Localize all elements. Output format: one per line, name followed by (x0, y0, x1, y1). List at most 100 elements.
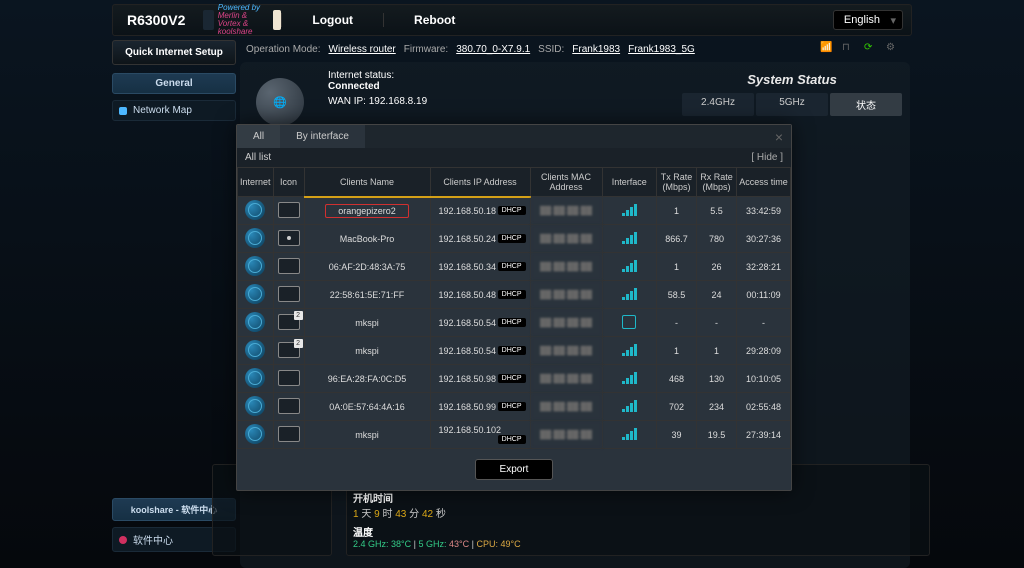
internet-icon[interactable] (245, 396, 265, 416)
dhcp-badge: DHCP (498, 262, 526, 271)
tx-rate: 702 (657, 393, 697, 421)
tx-rate: 39 (657, 421, 697, 449)
dhcp-badge: DHCP (498, 435, 526, 444)
client-ip: 192.168.50.18 (439, 206, 497, 216)
settings-icon[interactable]: ⚙ (886, 42, 900, 56)
internet-icon[interactable] (245, 368, 265, 388)
tx-rate: 468 (657, 365, 697, 393)
client-name[interactable]: mkspi (355, 430, 379, 440)
device-icon[interactable] (278, 314, 300, 330)
table-row: MacBook-Pro 192.168.50.24DHCP ██:██:██:██ 8… (238, 225, 791, 253)
tab-status[interactable]: 状态 (830, 93, 902, 116)
device-icon[interactable] (278, 230, 300, 246)
device-icon[interactable] (278, 286, 300, 302)
dhcp-badge: DHCP (498, 234, 526, 243)
tab-by-interface[interactable]: By interface (280, 125, 365, 148)
tab-5ghz[interactable]: 5GHz (756, 93, 828, 116)
client-mac: ██:██:██:██ (530, 337, 602, 365)
signal-icon (622, 260, 637, 272)
rx-rate: 1 (697, 337, 737, 365)
client-name[interactable]: 0A:0E:57:64:4A:16 (329, 402, 405, 412)
col-ip[interactable]: Clients IP Address (430, 168, 530, 197)
quick-setup-button[interactable]: Quick Internet Setup (112, 40, 236, 65)
ssid1-link[interactable]: Frank1983 (572, 44, 620, 55)
internet-icon[interactable] (245, 228, 265, 248)
device-icon[interactable] (278, 258, 300, 274)
close-icon[interactable]: × (775, 129, 783, 145)
hide-button[interactable]: [ Hide ] (751, 152, 783, 163)
top-bar: R6300V2 Powered by Merlin & Vortex & koo… (112, 4, 912, 36)
logout-button[interactable]: Logout (281, 13, 383, 27)
sidebar-item-network-map[interactable]: Network Map (112, 100, 236, 121)
col-name[interactable]: Clients Name (304, 168, 430, 197)
signal-icon (622, 288, 637, 300)
rx-rate: 780 (697, 225, 737, 253)
client-mac: ██:██:██:██ (530, 281, 602, 309)
signal-icon (622, 400, 637, 412)
client-mac: ██:██:██:██ (530, 253, 602, 281)
access-time: 10:10:05 (737, 365, 791, 393)
client-name[interactable]: 22:58:61:5E:71:FF (330, 290, 405, 300)
system-status-title: System Status (682, 70, 902, 89)
client-mac: ██:██:██:██ (530, 197, 602, 225)
debian-icon (119, 536, 127, 544)
col-access[interactable]: Access time (737, 168, 791, 197)
dhcp-badge: DHCP (498, 402, 526, 411)
device-icon[interactable] (278, 426, 300, 442)
device-icon[interactable] (278, 342, 300, 358)
export-button[interactable]: Export (475, 459, 554, 480)
client-name[interactable]: orangepizero2 (325, 204, 409, 218)
signal-icon (622, 344, 637, 356)
rx-rate: 24 (697, 281, 737, 309)
rx-rate: 234 (697, 393, 737, 421)
tx-rate: 1 (657, 253, 697, 281)
all-list-label: All list (245, 152, 271, 163)
opmode-link[interactable]: Wireless router (329, 44, 396, 55)
client-mac: ██:██:██:██ (530, 309, 602, 337)
ssid2-link[interactable]: Frank1983_5G (628, 44, 695, 55)
col-tx[interactable]: Tx Rate (Mbps) (657, 168, 697, 197)
tx-rate: 1 (657, 337, 697, 365)
client-name[interactable]: 96:EA:28:FA:0C:D5 (328, 374, 407, 384)
internet-icon[interactable] (245, 312, 265, 332)
dhcp-badge: DHCP (498, 290, 526, 299)
language-select[interactable]: English (833, 10, 903, 30)
col-rx[interactable]: Rx Rate (Mbps) (697, 168, 737, 197)
client-name[interactable]: mkspi (355, 318, 379, 328)
internet-icon[interactable] (245, 256, 265, 276)
internet-icon[interactable] (245, 200, 265, 220)
col-iface[interactable]: Interface (602, 168, 657, 197)
internet-icon[interactable] (245, 340, 265, 360)
client-name[interactable]: mkspi (355, 346, 379, 356)
internet-globe-icon[interactable]: 🌐 (256, 78, 304, 126)
rx-rate: 5.5 (697, 197, 737, 225)
brand-logo: Powered by Merlin & Vortex & koolshare (203, 8, 281, 32)
tx-rate: 58.5 (657, 281, 697, 309)
sidebar-general-header: General (112, 73, 236, 94)
tab-all[interactable]: All (237, 125, 280, 148)
client-mac: ██:██:██:██ (530, 365, 602, 393)
client-mac: ██:██:██:██ (530, 225, 602, 253)
col-internet: Internet (238, 168, 274, 197)
client-name[interactable]: 06:AF:2D:48:3A:75 (329, 262, 406, 272)
rx-rate: 19.5 (697, 421, 737, 449)
refresh-icon[interactable]: ⟳ (864, 42, 878, 56)
wifi-icon: 📶 (820, 42, 834, 56)
table-row: 96:EA:28:FA:0C:D5192.168.50.98DHCP██:██:… (238, 365, 791, 393)
client-name[interactable]: MacBook-Pro (340, 234, 395, 244)
device-icon[interactable] (278, 370, 300, 386)
tx-rate: - (657, 309, 697, 337)
tab-24ghz[interactable]: 2.4GHz (682, 93, 754, 116)
col-icon: Icon (273, 168, 304, 197)
clients-table: Internet Icon Clients Name Clients IP Ad… (237, 167, 791, 449)
client-ip: 192.168.50.24 (439, 234, 497, 244)
firmware-link[interactable]: 380.70_0-X7.9.1 (456, 44, 530, 55)
internet-icon[interactable] (245, 284, 265, 304)
internet-icon[interactable] (245, 424, 265, 444)
col-mac[interactable]: Clients MAC Address (530, 168, 602, 197)
tx-rate: 866.7 (657, 225, 697, 253)
client-ip: 192.168.50.34 (439, 262, 497, 272)
device-icon[interactable] (278, 202, 300, 218)
reboot-button[interactable]: Reboot (383, 13, 485, 27)
device-icon[interactable] (278, 398, 300, 414)
